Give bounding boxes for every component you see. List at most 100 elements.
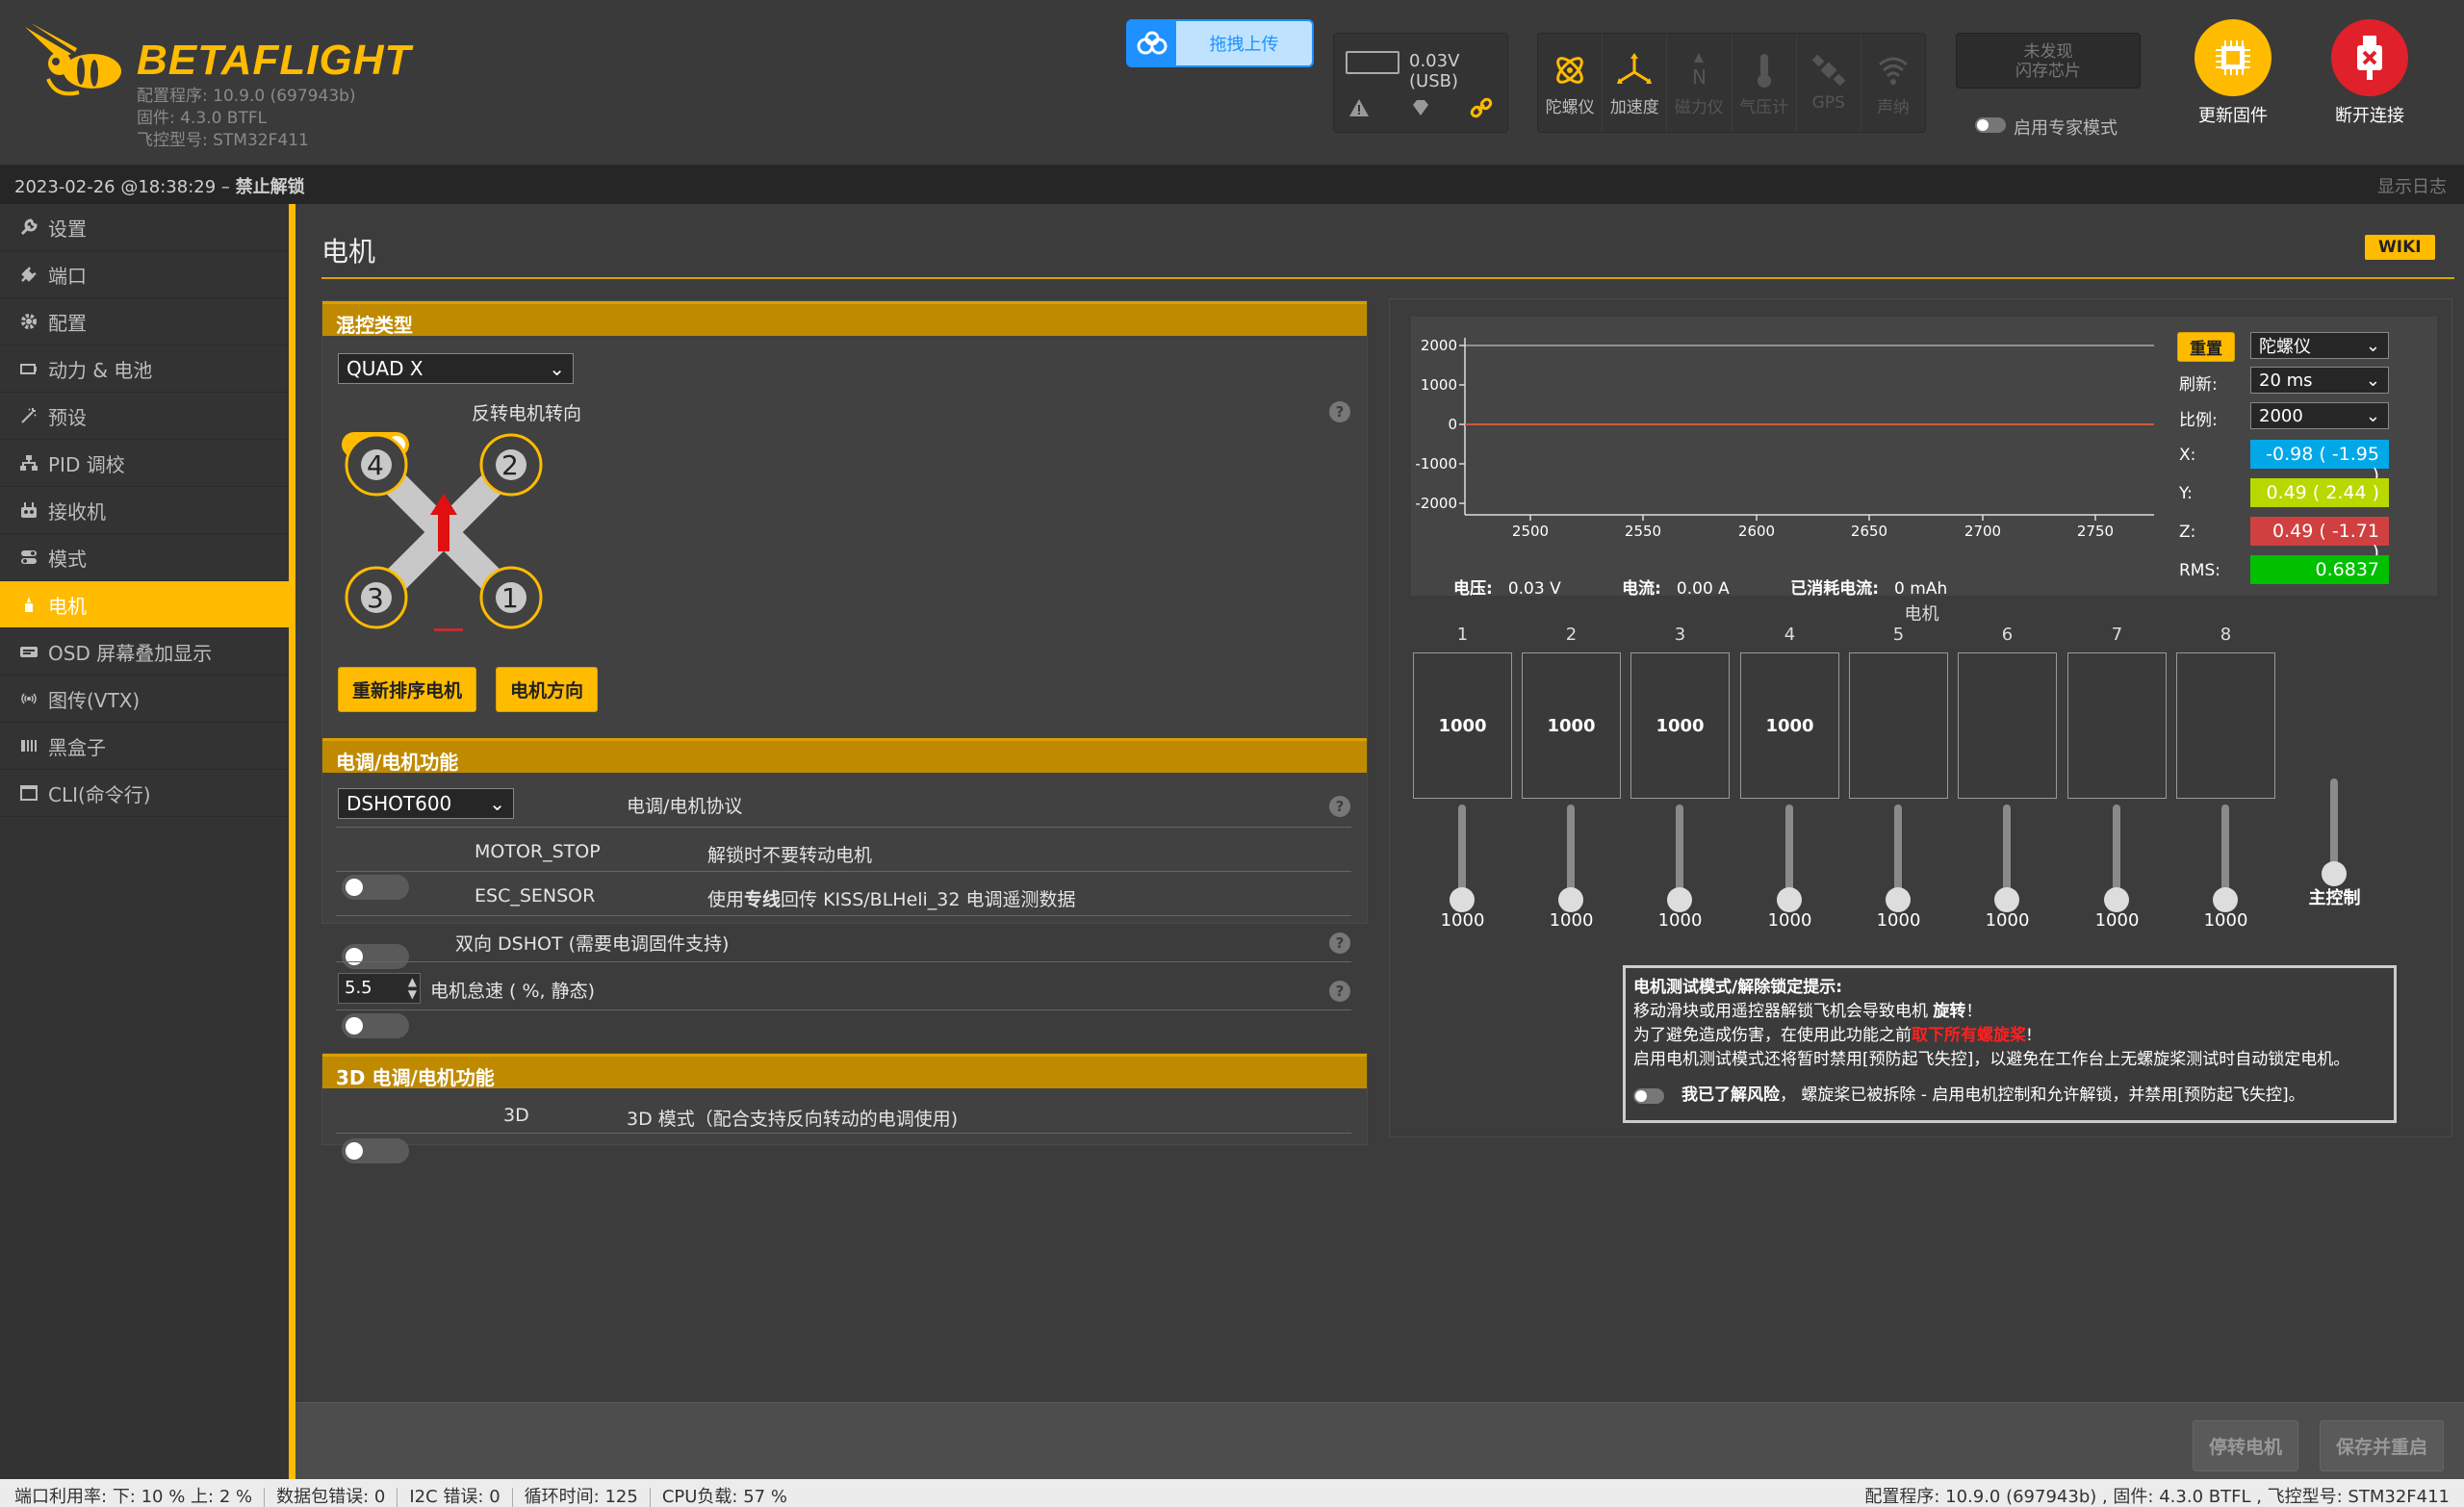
gyro-graph: 2000 1000 0 -1000 -2000 2500 2550 2600 2… <box>1415 337 2154 540</box>
motor-slider[interactable] <box>1740 805 1839 912</box>
sidebar-item-modes[interactable]: 模式 <box>0 534 289 581</box>
warning-line1-bold: 旋转 <box>1933 1002 1966 1021</box>
motor-slider[interactable] <box>1849 805 1948 912</box>
save-reboot-button[interactable]: 保存并重启 <box>2320 1420 2445 1471</box>
help-icon[interactable]: ? <box>1329 981 1350 1002</box>
sidebar-item-receiver[interactable]: 接收机 <box>0 487 289 534</box>
slider-knob[interactable] <box>1558 887 1583 912</box>
update-firmware-button[interactable]: 更新固件 <box>2185 19 2281 127</box>
motor-slider[interactable] <box>1630 805 1730 912</box>
slider-knob[interactable] <box>2213 887 2238 912</box>
motor-value-box: 1000 <box>1630 652 1730 799</box>
graph-reset-button[interactable]: 重置 <box>2177 332 2235 362</box>
motor-slider[interactable] <box>1413 805 1512 912</box>
broadcast-icon <box>21 693 37 704</box>
idle-throttle-label: 电机怠速 ( %, 静态) <box>430 981 596 1002</box>
slider-knob[interactable] <box>1667 887 1692 912</box>
esc-3d-panel: 3D 电调/电机功能 3D 3D 模式（配合支持反向转动的电调使用) <box>321 1053 1368 1163</box>
motor-direction-button[interactable]: 电机方向 <box>496 667 599 712</box>
sidebar-item-osd[interactable]: OSD 屏幕叠加显示 <box>0 628 289 676</box>
risk-acknowledge-toggle[interactable] <box>1633 1087 1664 1104</box>
slider-knob[interactable] <box>1994 887 2019 912</box>
sidebar-item-configuration[interactable]: 配置 <box>0 298 289 345</box>
toggles-icon <box>21 550 37 564</box>
sidebar-item-label: OSD 屏幕叠加显示 <box>48 641 213 665</box>
reorder-motors-button[interactable]: 重新排序电机 <box>338 667 477 712</box>
motor-column: 1 1000 1000 <box>1413 625 1512 931</box>
current-value: 0.00 A <box>1676 579 1730 599</box>
motor-column: 5 1000 <box>1849 625 1948 931</box>
esc-sensor-toggle[interactable] <box>342 944 409 969</box>
show-log-link[interactable]: 显示日志 <box>2377 173 2447 198</box>
motor-slider[interactable] <box>2176 805 2275 912</box>
sidebar-item-label: PID 调校 <box>48 452 125 476</box>
esc-sensor-desc-post: 回传 KISS/BLHeli_32 电调遥测数据 <box>781 889 1076 910</box>
flash-line2: 闪存芯片 <box>2015 62 2081 81</box>
motor-stop-toggle[interactable] <box>342 875 409 900</box>
motor-column: 3 1000 1000 <box>1630 625 1730 931</box>
reverse-motors-label: 反转电机转向 <box>472 403 582 424</box>
esc-panel: 电调/电机功能 DSHOT600 ⌄ 电调/电机协议 ? MOTOR_STOP 解… <box>322 738 1367 1038</box>
motor-slider-value: 1000 <box>1767 910 1812 931</box>
graph-scale-select[interactable]: 2000 ⌄ <box>2250 402 2389 429</box>
sitemap-icon <box>20 455 38 471</box>
drag-upload-button[interactable]: 拖拽上传 <box>1126 19 1314 67</box>
row-divider <box>336 1133 1351 1134</box>
bidir-dshot-toggle[interactable] <box>342 1013 409 1038</box>
sidebar-item-vtx[interactable]: 图传(VTX) <box>0 676 289 723</box>
sidebar-item-setup[interactable]: 设置 <box>0 204 289 251</box>
magic-wand-icon <box>21 408 37 423</box>
help-icon[interactable]: ? <box>1329 796 1350 817</box>
idle-throttle-input[interactable]: 5.5 ▲ ▼ <box>338 973 421 1004</box>
x-tick: 2700 <box>1964 523 2001 540</box>
motor-slider-value: 1000 <box>1657 910 1703 931</box>
warning-line1: 移动滑块或用遥控器解锁飞机会导致电机 旋转！ <box>1633 1000 2386 1024</box>
action-bar <box>295 1402 2464 1479</box>
sidebar-item-blackbox[interactable]: 黑盒子 <box>0 723 289 770</box>
battery-icon <box>20 364 37 374</box>
disconnect-button[interactable]: 断开连接 <box>2322 19 2418 127</box>
wiki-button[interactable]: WIKI <box>2365 235 2435 260</box>
sidebar-item-motors[interactable]: 电机 <box>0 581 289 628</box>
sidebar-item-ports[interactable]: 端口 <box>0 251 289 298</box>
voltage-value: 0.03 V <box>1507 579 1561 599</box>
help-icon[interactable]: ? <box>1329 932 1350 954</box>
slider-knob[interactable] <box>1777 887 1802 912</box>
motor-number-2: 2 <box>501 449 519 481</box>
z-value: 0.49 ( -1.71 ) <box>2250 517 2389 563</box>
motor-slider[interactable] <box>1522 805 1621 912</box>
cycle-time: 循环时间: 125 <box>524 1487 638 1507</box>
slider-knob[interactable] <box>2104 887 2129 912</box>
3d-mode-toggle[interactable] <box>342 1138 409 1163</box>
mixer-type-select[interactable]: QUAD X ⌄ <box>338 353 574 384</box>
disconnect-label: 断开连接 <box>2335 106 2404 126</box>
x-tick: 2600 <box>1738 523 1775 540</box>
esc-protocol-select[interactable]: DSHOT600 ⌄ <box>338 788 514 819</box>
sidebar-item-presets[interactable]: 预设 <box>0 393 289 440</box>
slider-knob[interactable] <box>2322 861 2347 886</box>
slider-knob[interactable] <box>1450 887 1475 912</box>
motor-slider[interactable] <box>2067 805 2167 912</box>
stop-motors-button[interactable]: 停转电机 <box>2193 1420 2299 1471</box>
graph-sensor-select[interactable]: 陀螺仪 ⌄ <box>2250 332 2389 359</box>
x-tick: 2750 <box>2077 523 2114 540</box>
sidebar-item-power[interactable]: 动力 & 电池 <box>0 345 289 393</box>
master-slider[interactable] <box>2285 779 2384 886</box>
stepper-arrows-icon[interactable]: ▲ ▼ <box>408 976 417 1001</box>
warning-line2-post: ! <box>2026 1026 2033 1045</box>
y-tick: -1000 <box>1415 455 1457 473</box>
help-icon[interactable]: ? <box>1329 401 1350 422</box>
dataflash-status: 未发现 闪存芯片 <box>1956 33 2141 89</box>
graph-refresh-select[interactable]: 20 ms ⌄ <box>2250 367 2389 394</box>
status-datetime: 2023-02-26 @18:38:29 <box>14 177 217 197</box>
sidebar-item-cli[interactable]: CLI(命令行) <box>0 770 289 817</box>
expert-mode-label: 启用专家模式 <box>2014 118 2118 139</box>
slider-knob[interactable] <box>1886 887 1911 912</box>
y-tick: 1000 <box>1421 376 1457 394</box>
expert-mode-toggle[interactable] <box>1975 117 2006 133</box>
sonar-icon <box>1878 57 1908 85</box>
motor-value-box: 1000 <box>1522 652 1621 799</box>
sidebar-item-pid[interactable]: PID 调校 <box>0 440 289 487</box>
motor-slider[interactable] <box>1958 805 2057 912</box>
motor-slider-value: 1000 <box>2203 910 2248 931</box>
